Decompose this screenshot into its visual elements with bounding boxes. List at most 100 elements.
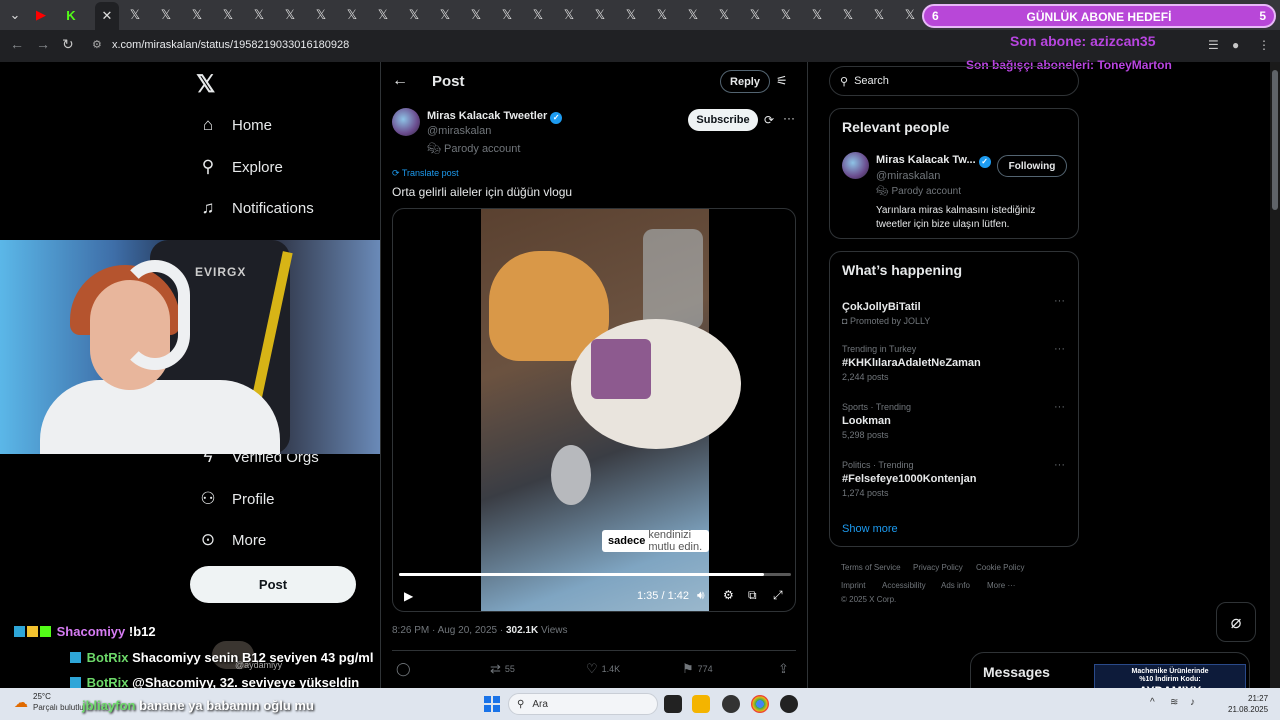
- subscribe-button[interactable]: Subscribe: [688, 109, 758, 131]
- x-tab-icon[interactable]: 𝕏: [651, 5, 673, 25]
- search-input[interactable]: ⚲ Search: [829, 66, 1079, 96]
- x-tab-icon[interactable]: 𝕏: [775, 5, 797, 25]
- task-view-icon[interactable]: [664, 695, 682, 713]
- x-tab-icon[interactable]: 𝕏: [155, 5, 177, 25]
- x-tab-icon[interactable]: 𝕏: [341, 5, 363, 25]
- menu-icon[interactable]: ⋮: [1258, 38, 1270, 52]
- video-progress-bar[interactable]: [399, 573, 791, 576]
- weather-desc[interactable]: Parçalı bulutlu: [33, 703, 84, 712]
- avatar[interactable]: [842, 152, 869, 179]
- x-tab-icon[interactable]: 𝕏: [465, 5, 487, 25]
- like-action[interactable]: ♡ 1.4K: [586, 661, 620, 677]
- system-clock[interactable]: 21:27 21.08.2025: [1228, 693, 1268, 715]
- profile-icon[interactable]: ●: [1232, 38, 1239, 52]
- settings-icon[interactable]: ⚙: [723, 588, 734, 602]
- reply-button[interactable]: Reply: [720, 70, 770, 93]
- more-options-icon[interactable]: ···: [1054, 401, 1065, 413]
- file-explorer-icon[interactable]: [692, 695, 710, 713]
- x-tab-icon[interactable]: 𝕏: [372, 5, 394, 25]
- volume-icon[interactable]: ♪: [1190, 697, 1195, 708]
- avatar[interactable]: [392, 108, 420, 136]
- x-tab-icon[interactable]: 𝕏: [558, 5, 580, 25]
- x-tab-icon[interactable]: 𝕏: [186, 5, 208, 25]
- more-options-icon[interactable]: ···: [783, 111, 795, 125]
- footer-link[interactable]: Imprint: [841, 581, 865, 590]
- site-info-icon[interactable]: ⚙: [92, 38, 102, 51]
- nav-more[interactable]: ⊙ More: [198, 530, 266, 550]
- kick-tab-icon[interactable]: K: [60, 5, 82, 25]
- app-icon[interactable]: [722, 695, 740, 713]
- footer-link[interactable]: More ···: [987, 581, 1015, 590]
- grok-icon[interactable]: ⟳: [764, 113, 774, 127]
- tray-chevron-icon[interactable]: ^: [1150, 697, 1155, 708]
- x-tab-icon[interactable]: 𝕏: [837, 5, 859, 25]
- x-tab-icon[interactable]: 𝕏: [527, 5, 549, 25]
- reading-list-icon[interactable]: ☰: [1208, 38, 1219, 52]
- scrollbar-thumb[interactable]: [1272, 70, 1278, 210]
- nav-notifications[interactable]: ♫ Notifications: [198, 198, 314, 218]
- grok-button[interactable]: ⌀: [1216, 602, 1256, 642]
- x-tab-icon[interactable]: 𝕏: [403, 5, 425, 25]
- x-tab-icon[interactable]: 𝕏: [713, 5, 735, 25]
- bookmark-action[interactable]: ⚑ 774: [682, 661, 713, 677]
- post-button[interactable]: Post: [190, 566, 356, 603]
- author-name[interactable]: Miras Kalacak Tweetler ✓: [427, 110, 563, 124]
- back-arrow-icon[interactable]: ←: [10, 36, 24, 52]
- taskbar-search[interactable]: ⚲ Ara: [508, 693, 658, 715]
- reload-icon[interactable]: ↻: [62, 36, 74, 53]
- trend-item[interactable]: ÇokJollyBiTatil ◘ Promoted by JOLLY: [842, 298, 930, 326]
- more-options-icon[interactable]: ···: [1054, 295, 1065, 307]
- wifi-icon[interactable]: ≋: [1170, 697, 1178, 708]
- translate-post-link[interactable]: ⟳ Translate post: [392, 168, 459, 179]
- x-tab-icon[interactable]: 𝕏: [868, 5, 890, 25]
- back-arrow-icon[interactable]: ←: [392, 72, 408, 90]
- x-tab-icon[interactable]: 𝕏: [806, 5, 828, 25]
- x-tab-icon[interactable]: 𝕏: [899, 5, 921, 25]
- x-tab-icon[interactable]: 𝕏: [124, 5, 146, 25]
- more-options-icon[interactable]: ···: [1054, 459, 1065, 471]
- more-options-icon[interactable]: ···: [1054, 343, 1065, 355]
- x-tab-icon[interactable]: 𝕏: [217, 5, 239, 25]
- video-player[interactable]: sadece kendinizi mutlu edin. ▶ 1:35 / 1:…: [392, 208, 796, 612]
- x-logo[interactable]: 𝕏: [196, 70, 215, 99]
- reply-action[interactable]: ◯: [396, 661, 411, 677]
- url-field[interactable]: x.com/miraskalan/status/1958219033016180…: [112, 39, 349, 51]
- trend-item[interactable]: Politics · Trending #Felsefeye1000Konten…: [842, 460, 977, 498]
- show-more-link[interactable]: Show more: [842, 523, 898, 535]
- trend-item[interactable]: Trending in Turkey #KHKlılaraAdaletNeZam…: [842, 344, 981, 382]
- youtube-tab-icon[interactable]: ▶: [30, 5, 52, 25]
- chrome-icon[interactable]: [751, 695, 769, 713]
- nav-profile[interactable]: ⚇ Profile: [198, 489, 274, 509]
- retweet-action[interactable]: ⇄ 55: [490, 661, 515, 677]
- weather-temp[interactable]: 25°C: [33, 692, 51, 701]
- app-icon[interactable]: [780, 695, 798, 713]
- active-tab-close-icon[interactable]: ✕: [95, 2, 119, 30]
- x-tab-icon[interactable]: 𝕏: [620, 5, 642, 25]
- footer-link[interactable]: Terms of Service: [841, 563, 901, 572]
- footer-link[interactable]: Cookie Policy: [976, 563, 1024, 572]
- x-tab-icon[interactable]: 𝕏: [496, 5, 518, 25]
- x-tab-icon[interactable]: 𝕏: [434, 5, 456, 25]
- video-frame[interactable]: sadece kendinizi mutlu edin.: [481, 209, 741, 611]
- footer-link[interactable]: Ads info: [941, 581, 970, 590]
- windows-start-icon[interactable]: [484, 696, 500, 712]
- x-tab-icon[interactable]: 𝕏: [744, 5, 766, 25]
- x-tab-icon[interactable]: 𝕏: [248, 5, 270, 25]
- share-action[interactable]: ⇪: [778, 661, 789, 677]
- x-tab-icon[interactable]: 𝕏: [279, 5, 301, 25]
- following-button[interactable]: Following: [997, 155, 1067, 177]
- fullscreen-icon[interactable]: ⤢: [773, 588, 783, 603]
- footer-link[interactable]: Privacy Policy: [913, 563, 963, 572]
- x-tab-icon[interactable]: 𝕏: [682, 5, 704, 25]
- post-timestamp[interactable]: 8:26 PM · Aug 20, 2025 ·: [392, 625, 506, 636]
- nav-home[interactable]: ⌂ Home: [198, 115, 272, 135]
- relevant-handle[interactable]: @miraskalan: [876, 170, 940, 182]
- x-tab-icon[interactable]: 𝕏: [310, 5, 332, 25]
- author-handle[interactable]: @miraskalan: [427, 125, 491, 137]
- forward-arrow-icon[interactable]: →: [36, 36, 50, 52]
- play-icon[interactable]: ▶: [404, 589, 413, 603]
- volume-icon[interactable]: 🔊︎: [697, 588, 705, 603]
- relevant-name[interactable]: Miras Kalacak Tw... ✓: [876, 154, 991, 168]
- tab-list-button[interactable]: ⌄: [4, 5, 26, 25]
- footer-link[interactable]: Accessibility: [882, 581, 926, 590]
